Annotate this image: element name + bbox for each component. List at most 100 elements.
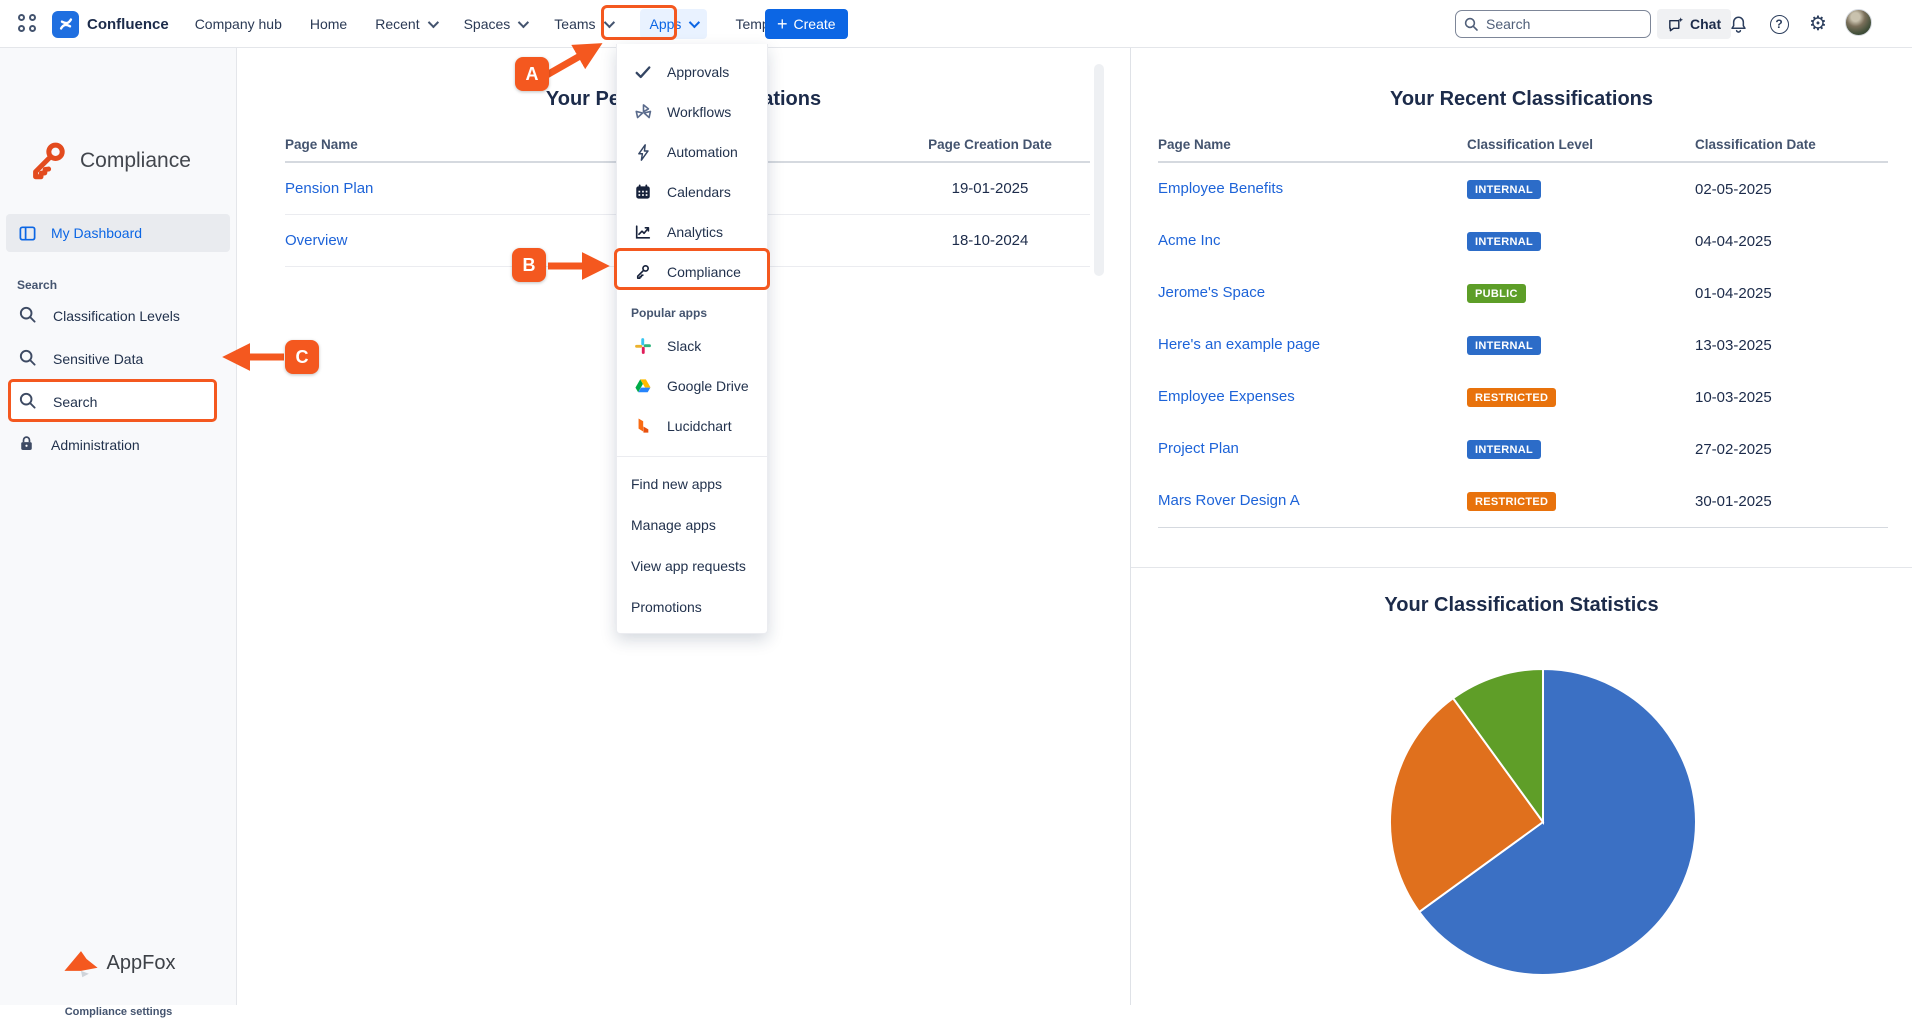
page-link[interactable]: Pension Plan <box>285 180 373 197</box>
column-header-page-creation-date: Page Creation Date <box>928 137 1052 152</box>
menu-item-approvals[interactable]: Approvals <box>617 52 767 92</box>
classification-date: 04-04-2025 <box>1695 232 1772 250</box>
page-link[interactable]: Project Plan <box>1158 440 1239 457</box>
menu-item-compliance[interactable]: Compliance <box>617 252 767 292</box>
product-name: Confluence <box>87 15 169 33</box>
help-icon[interactable]: ? <box>1767 12 1791 36</box>
classification-level-badge: INTERNAL <box>1467 179 1542 199</box>
analytics-icon <box>633 223 653 241</box>
menu-item-calendars[interactable]: Calendars <box>617 172 767 212</box>
global-search <box>1455 10 1651 38</box>
page-link[interactable]: Acme Inc <box>1158 232 1221 249</box>
column-header-page-name: Page Name <box>285 137 358 152</box>
page-link[interactable]: Employee Benefits <box>1158 180 1283 197</box>
page-link[interactable]: Jerome's Space <box>1158 284 1265 301</box>
notifications-bell-icon[interactable] <box>1726 12 1750 36</box>
calendar-icon <box>633 183 653 201</box>
nav-item-home[interactable]: Home <box>310 16 347 32</box>
recent-table: Page Name Classification Level Classific… <box>1158 137 1888 528</box>
classification-date: 27-02-2025 <box>1695 440 1772 458</box>
check-icon <box>633 63 653 81</box>
lucidchart-icon <box>633 417 653 435</box>
menu-link-view-app-requests[interactable]: View app requests <box>617 545 767 586</box>
classification-pie-chart <box>1388 667 1698 977</box>
nav-item-company-hub[interactable]: Company hub <box>195 16 282 32</box>
lightning-icon <box>633 143 653 161</box>
chevron-down-icon <box>689 16 701 29</box>
app-switcher-icon[interactable] <box>18 14 38 34</box>
column-header-classification-level: Classification Level <box>1467 137 1594 152</box>
classification-date: 02-05-2025 <box>1695 180 1772 198</box>
classification-level-badge: RESTRICTED <box>1467 491 1557 511</box>
menu-link-manage-apps[interactable]: Manage apps <box>617 504 767 545</box>
apps-dropdown-menu: Approvals Workflows Automation Calendars Ana… <box>616 44 768 634</box>
compliance-settings-link[interactable]: Compliance settings <box>0 1006 237 1018</box>
key-icon <box>33 142 65 180</box>
search-icon <box>18 348 37 370</box>
section-divider <box>1131 567 1912 568</box>
create-button[interactable]: + Create <box>765 9 848 39</box>
confluence-logo-icon[interactable] <box>52 10 79 38</box>
menu-link-promotions[interactable]: Promotions <box>617 586 767 627</box>
classification-level-badge: INTERNAL <box>1467 335 1542 355</box>
settings-gear-icon[interactable]: ⚙ <box>1806 12 1830 36</box>
nav-item-apps[interactable]: Apps <box>639 9 708 39</box>
menu-item-workflows[interactable]: Workflows <box>617 92 767 132</box>
chevron-down-icon <box>603 16 615 29</box>
nav-item-recent[interactable]: Recent <box>375 16 439 32</box>
google-drive-icon <box>633 377 653 395</box>
classification-level-badge: INTERNAL <box>1467 231 1542 251</box>
page-link[interactable]: Overview <box>285 232 348 249</box>
dashboard-icon <box>19 225 36 241</box>
menu-item-google-drive[interactable]: Google Drive <box>617 366 767 406</box>
sidebar-section-label: Search <box>17 278 58 292</box>
menu-item-slack[interactable]: Slack <box>617 326 767 366</box>
classification-level-badge: RESTRICTED <box>1467 387 1557 407</box>
popular-apps-label: Popular apps <box>631 306 708 320</box>
top-navigation: Confluence Company hub Home Recent Spaces Te… <box>0 0 1912 48</box>
sidebar-item-administration[interactable]: Administration <box>0 423 237 466</box>
table-row: Project Plan INTERNAL 27-02-2025 <box>1158 423 1888 475</box>
slack-icon <box>633 337 653 355</box>
search-icon <box>18 391 37 413</box>
marker-b: B <box>512 248 546 282</box>
marker-a: A <box>515 57 549 91</box>
column-header-classification-date: Classification Date <box>1695 137 1816 152</box>
table-row: Jerome's Space PUBLIC 01-04-2025 <box>1158 267 1888 319</box>
chat-button[interactable]: Chat <box>1657 9 1732 39</box>
page-link[interactable]: Mars Rover Design A <box>1158 492 1300 509</box>
table-row: Acme Inc INTERNAL 04-04-2025 <box>1158 215 1888 267</box>
user-avatar[interactable] <box>1845 9 1872 36</box>
sidebar-item-search[interactable]: Search <box>0 380 237 423</box>
scrollbar[interactable] <box>1094 64 1104 276</box>
classification-date: 13-03-2025 <box>1695 336 1772 354</box>
sidebar-items: Classification Levels Sensitive Data Searc… <box>0 294 237 466</box>
compliance-app-logo: Compliance <box>26 138 191 184</box>
key-icon <box>633 263 653 281</box>
chevron-down-icon <box>518 16 530 29</box>
sidebar-footer: AppFox Compliance settings <box>0 948 237 1018</box>
appfox-fox-icon <box>63 951 98 978</box>
sidebar-item-my-dashboard[interactable]: My Dashboard <box>6 214 230 252</box>
sidebar-item-classification-levels[interactable]: Classification Levels <box>0 294 237 337</box>
search-icon <box>1464 17 1478 31</box>
sidebar-item-sensitive-data[interactable]: Sensitive Data <box>0 337 237 380</box>
chevron-down-icon <box>427 16 439 29</box>
statistics-title: Your Classification Statistics <box>1384 594 1659 616</box>
page-link[interactable]: Here's an example page <box>1158 336 1320 353</box>
menu-item-lucidchart[interactable]: Lucidchart <box>617 406 767 446</box>
page-link[interactable]: Employee Expenses <box>1158 388 1295 405</box>
sidebar-app-title: Compliance <box>80 149 191 172</box>
search-icon <box>18 305 37 327</box>
table-row: Here's an example page INTERNAL 13-03-2025 <box>1158 319 1888 371</box>
nav-item-teams[interactable]: Teams <box>554 16 615 32</box>
search-input[interactable] <box>1455 10 1651 38</box>
primary-nav: Company hubHomeRecentSpacesTeamsAppsTemp… <box>195 9 799 39</box>
chat-icon <box>1669 16 1684 31</box>
recent-title: Your Recent Classifications <box>1389 88 1654 110</box>
menu-item-analytics[interactable]: Analytics <box>617 212 767 252</box>
menu-item-automation[interactable]: Automation <box>617 132 767 172</box>
menu-divider <box>617 456 767 457</box>
menu-link-find-new-apps[interactable]: Find new apps <box>617 463 767 504</box>
nav-item-spaces[interactable]: Spaces <box>464 16 530 32</box>
